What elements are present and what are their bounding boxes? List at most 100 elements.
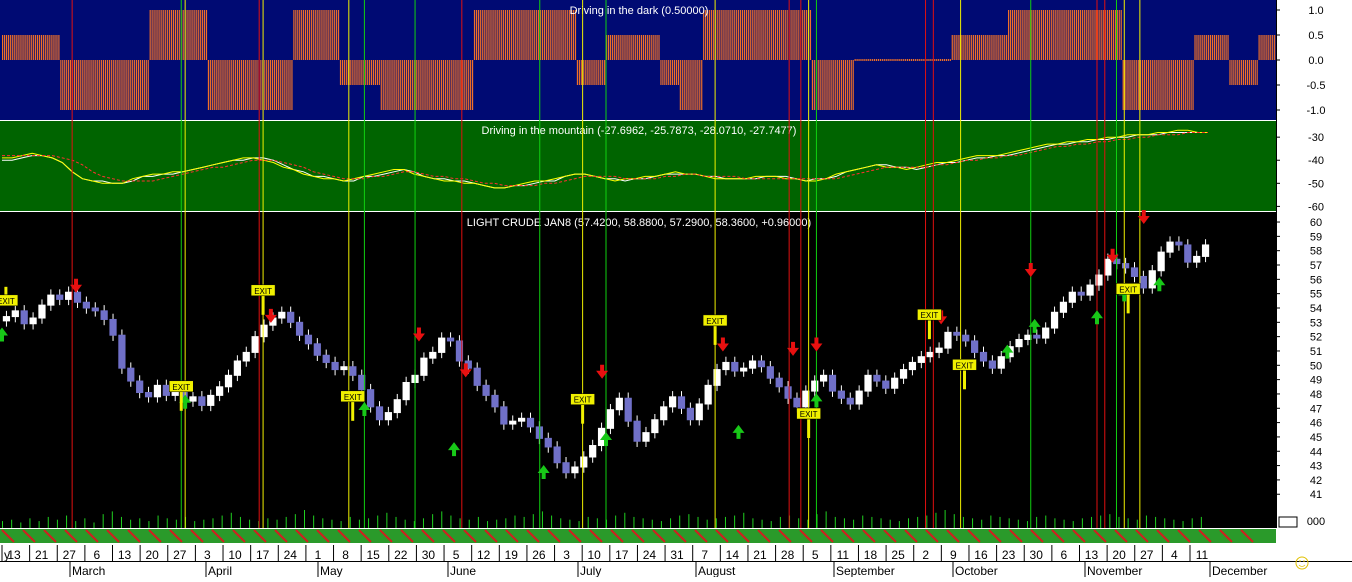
price-candle-body: [971, 340, 979, 353]
dark-bar: [252, 60, 254, 110]
dark-bar: [773, 10, 775, 60]
dark-bar: [611, 35, 613, 60]
dark-bar: [870, 59, 872, 61]
dark-bar: [757, 10, 759, 60]
dark-bar: [635, 35, 637, 60]
dark-bar: [978, 35, 981, 60]
dark-bar: [840, 60, 843, 110]
dark-bar: [1130, 60, 1132, 110]
dark-bar: [172, 10, 175, 60]
dark-bar: [520, 10, 522, 60]
dark-bar: [1037, 10, 1039, 60]
dark-bar: [221, 60, 223, 110]
dark-bar: [1041, 10, 1043, 60]
volume-bar: [1008, 518, 1010, 528]
dark-bar: [112, 60, 114, 110]
dark-bar: [190, 10, 192, 60]
dark-bar: [708, 10, 711, 60]
dark-bar: [297, 10, 299, 60]
exit-flag-label: EXIT: [172, 383, 190, 392]
dark-bar: [1132, 60, 1134, 110]
dark-bar: [27, 35, 29, 60]
dark-bar: [29, 35, 31, 60]
time-axis-day-label: 14: [726, 548, 740, 562]
dark-bar: [555, 10, 557, 60]
dark-bar: [639, 35, 641, 60]
dark-bar: [926, 59, 928, 61]
dark-bar: [672, 60, 674, 85]
price-ytick-label: 50: [1310, 360, 1322, 372]
dark-bar: [806, 10, 808, 60]
dark-bar: [699, 60, 701, 110]
time-axis-day-label: 10: [588, 548, 602, 562]
volume-bar: [20, 522, 22, 528]
dark-bar: [1196, 35, 1198, 60]
exit-flag-label: EXIT: [254, 287, 272, 296]
volume-bar: [670, 518, 672, 528]
dark-bar: [192, 10, 194, 60]
dark-bar: [664, 60, 666, 85]
dark-bar: [1141, 60, 1144, 110]
dark-bar: [339, 60, 342, 85]
dark-ytick-label: -1.0: [1307, 105, 1326, 117]
volume-bar: [1072, 521, 1074, 528]
dark-bar: [899, 59, 901, 61]
dark-bar: [1081, 10, 1083, 60]
dark-bar: [994, 35, 996, 60]
dark-bar: [161, 10, 163, 60]
dark-bar: [796, 10, 798, 60]
dark-bar: [1227, 35, 1229, 60]
price-candle-body: [47, 294, 55, 306]
time-axis-day-label: 5: [453, 548, 460, 562]
dark-bar: [499, 10, 501, 60]
dark-bar: [759, 10, 761, 60]
dark-bar: [462, 60, 464, 110]
dark-bar: [687, 60, 689, 110]
dark-bar: [901, 59, 903, 61]
price-candle-body: [1086, 284, 1094, 296]
volume-bar: [404, 519, 406, 528]
time-axis-day-label: 12: [477, 548, 491, 562]
price-candle-body: [748, 360, 757, 369]
dark-bar: [384, 60, 386, 110]
dark-bar: [291, 60, 293, 110]
dark-bar: [976, 35, 979, 60]
dark-bar: [398, 60, 400, 110]
volume-bar: [962, 516, 964, 528]
dark-bar: [1252, 60, 1254, 85]
price-candle-body: [544, 437, 552, 448]
price-candle-body: [322, 354, 330, 363]
exit-flag-label: EXIT: [1119, 285, 1137, 294]
dark-bar: [1175, 60, 1177, 110]
volume-bar: [578, 521, 580, 528]
dark-bar: [75, 60, 77, 110]
volume-bar: [1173, 519, 1175, 528]
dark-bar: [450, 60, 452, 110]
dark-bar: [1068, 10, 1070, 60]
dark-bar: [182, 10, 184, 60]
dark-bar: [1184, 60, 1186, 110]
dark-bar: [1219, 35, 1221, 60]
volume-bar: [1054, 518, 1056, 528]
time-axis-day-label: 13: [7, 548, 21, 562]
dark-bar: [732, 10, 734, 60]
dark-bar: [1091, 10, 1093, 60]
dark-bar: [1044, 10, 1047, 60]
dark-bar: [1097, 10, 1099, 60]
dark-bar: [81, 60, 83, 110]
dark-bar: [281, 60, 283, 110]
dark-bar: [1194, 35, 1196, 60]
dark-bar: [458, 60, 460, 110]
time-axis-day-label: 11: [837, 548, 850, 562]
dark-bar: [1241, 60, 1243, 85]
volume-bar: [84, 518, 86, 528]
volume-scale-box: [1278, 516, 1298, 528]
dark-bar: [433, 60, 435, 110]
dark-bar: [1188, 60, 1190, 110]
dark-bar: [223, 60, 225, 110]
dark-bar: [928, 59, 930, 61]
volume-bar: [1155, 516, 1157, 528]
dark-bar: [677, 60, 680, 85]
dark-bar: [965, 35, 967, 60]
dark-bar: [1147, 60, 1149, 110]
